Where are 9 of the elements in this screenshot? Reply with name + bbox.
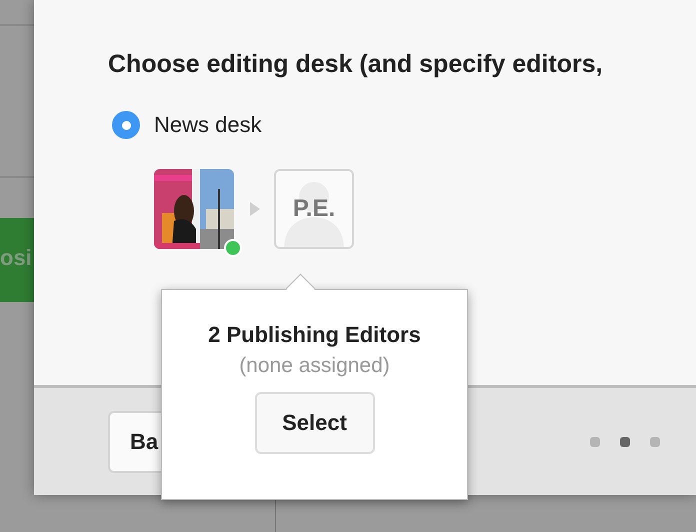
arrow-icon [250, 202, 260, 216]
desk-label: News desk [154, 112, 262, 138]
avatar-placeholder[interactable]: P.E. [274, 169, 354, 249]
select-button[interactable]: Select [254, 392, 374, 454]
dialog-title: Choose editing desk (and specify editors, [108, 50, 604, 79]
popover-title: 2 Publishing Editors [208, 322, 421, 348]
radio-button[interactable] [112, 111, 140, 139]
avatar-initials: P.E. [292, 195, 336, 223]
popover-subtitle: (none assigned) [239, 354, 390, 378]
